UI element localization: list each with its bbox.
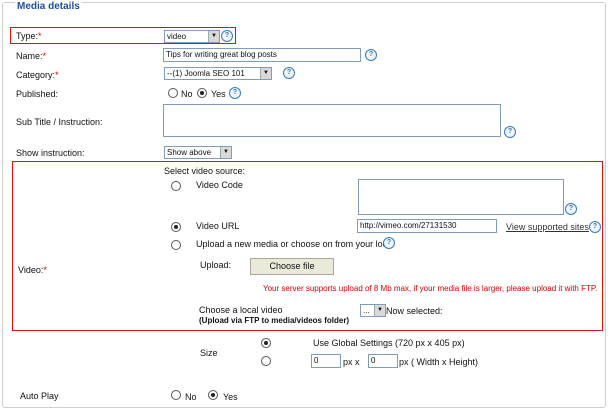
help-icon[interactable]: ?	[589, 221, 601, 233]
video-code-radio[interactable]	[171, 181, 181, 191]
upload-size-warning: Your server supports upload of 8 Mb max,…	[263, 284, 598, 293]
width-input[interactable]: 0	[311, 354, 341, 368]
select-source-label: Select video source:	[164, 166, 246, 176]
published-yes-label: Yes	[211, 89, 226, 99]
height-input[interactable]: 0	[368, 354, 398, 368]
type-select[interactable]: video ▼	[164, 30, 220, 43]
published-no-label: No	[181, 89, 193, 99]
help-icon[interactable]: ?	[283, 67, 295, 79]
upload-label: Upload:	[200, 260, 232, 270]
help-icon[interactable]: ?	[229, 87, 241, 99]
help-icon[interactable]: ?	[504, 126, 516, 138]
autoplay-label: Auto Play	[20, 391, 59, 401]
px-x-label: px x	[343, 357, 360, 367]
dropdown-arrow-icon: ▼	[260, 68, 271, 79]
size-label: Size	[200, 348, 218, 358]
autoplay-no-radio[interactable]	[171, 390, 181, 400]
category-label: Category:*	[16, 70, 59, 80]
show-instruction-select[interactable]: Show above ▼	[164, 146, 232, 159]
published-yes-radio[interactable]	[197, 88, 207, 98]
local-video-select[interactable]: ... ▼	[360, 304, 386, 317]
video-label: Video:*	[18, 265, 47, 275]
px-width-height-label: px ( Width x Height)	[399, 357, 479, 367]
name-label: Name:*	[16, 51, 47, 61]
size-custom-radio[interactable]	[261, 356, 271, 366]
subtitle-textarea[interactable]	[163, 104, 501, 137]
video-url-label: Video URL	[196, 221, 240, 231]
video-code-textarea[interactable]	[358, 179, 564, 215]
help-icon[interactable]: ?	[565, 203, 577, 215]
size-global-label: Use Global Settings (720 px x 405 px)	[313, 338, 465, 348]
supported-sites-link[interactable]: View supported sites	[506, 222, 589, 232]
video-code-label: Video Code	[196, 180, 243, 190]
published-no-radio[interactable]	[168, 88, 178, 98]
help-icon[interactable]: ?	[221, 30, 233, 42]
fieldset-legend: Media details	[15, 1, 82, 12]
dropdown-arrow-icon: ▼	[220, 147, 231, 158]
autoplay-yes-label: Yes	[223, 392, 238, 402]
upload-ftp-note: (Upload via FTP to media/videos folder)	[199, 316, 350, 325]
upload-radio[interactable]	[171, 240, 181, 250]
subtitle-label: Sub Title / Instruction:	[16, 117, 103, 127]
category-select[interactable]: --(1) Joomla SEO 101 ▼	[164, 67, 272, 80]
now-selected-label: Now selected:	[386, 306, 443, 316]
autoplay-yes-radio[interactable]	[208, 390, 218, 400]
size-global-radio[interactable]	[261, 338, 271, 348]
name-input[interactable]: Tips for writing great blog posts	[163, 48, 361, 62]
dropdown-arrow-icon: ▼	[208, 31, 219, 42]
dropdown-arrow-icon: ▼	[374, 305, 385, 316]
upload-option-label: Upload a new media or choose on from you…	[196, 239, 395, 249]
choose-file-button[interactable]: Choose file	[250, 258, 334, 275]
autoplay-no-label: No	[185, 392, 197, 402]
video-url-radio[interactable]	[171, 222, 181, 232]
published-label: Published:	[16, 89, 59, 99]
help-icon[interactable]: ?	[365, 49, 377, 61]
type-label: Type:*	[16, 31, 42, 41]
show-instruction-label: Show instruction:	[16, 148, 85, 158]
video-url-input[interactable]: http://vimeo.com/27131530	[357, 219, 497, 233]
choose-local-label: Choose a local video	[199, 305, 283, 315]
help-icon[interactable]: ?	[383, 237, 395, 249]
